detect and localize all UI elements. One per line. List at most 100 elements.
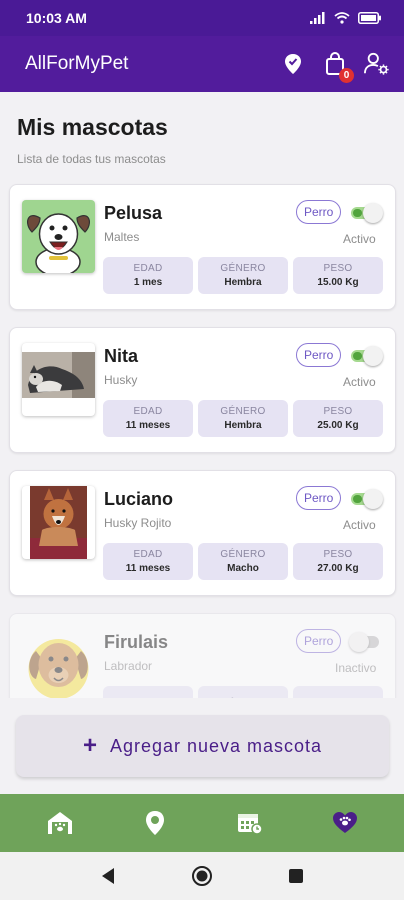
gender-value: Hembra [224, 420, 262, 431]
system-back-button[interactable] [96, 864, 120, 888]
pet-breed: Husky [104, 373, 138, 387]
weight-stat: PESO 15.00 Kg [293, 257, 383, 294]
pet-card[interactable]: Luciano Husky Rojito Perro Activo EDAD 11… [9, 470, 396, 596]
nav-calendar[interactable] [228, 801, 272, 845]
age-stat: EDAD 11 meses [103, 543, 193, 580]
pet-breed: Maltes [104, 230, 140, 244]
weight-value: 25.00 Kg [317, 420, 359, 431]
active-toggle[interactable] [349, 346, 383, 366]
species-chip: Perro [296, 486, 342, 510]
age-label: EDAD [133, 406, 163, 417]
labrador-cartoon-photo [22, 629, 95, 698]
pet-status: Inactivo [335, 661, 377, 675]
location-button[interactable] [280, 51, 306, 77]
age-stat: EDAD [103, 686, 193, 698]
gender-stat: GÉNERO Hembra [198, 400, 288, 437]
pet-name: Nita [104, 346, 139, 366]
age-value: 11 meses [125, 420, 171, 431]
app-bar: AllForMyPet 0 [0, 36, 404, 92]
gender-label: GÉNERO [220, 406, 266, 417]
weight-stat: PESO 27.00 Kg [293, 543, 383, 580]
gender-label: GÉNERO [220, 263, 266, 274]
add-pet-button[interactable]: + Agregar nueva mascota [16, 715, 389, 777]
nav-map[interactable] [133, 801, 177, 845]
pet-breed: Labrador [104, 659, 153, 673]
pet-card[interactable]: Nita Husky Perro Activo EDAD 11 meses GÉN… [9, 327, 396, 453]
weight-stat: PESO [293, 686, 383, 698]
pet-stats: EDAD 1 mes GÉNERO Hembra PESO 15.00 Kg [103, 257, 383, 294]
pet-photo [22, 629, 95, 698]
gender-stat: GÉNERO Macho [198, 543, 288, 580]
status-time: 10:03 AM [26, 10, 87, 26]
pet-photo [22, 343, 95, 416]
add-pet-label: Agregar nueva mascota [109, 735, 323, 756]
husky-photo [22, 343, 95, 416]
gender-stat: GÉNERO [198, 686, 288, 698]
pet-name: Firulais [104, 632, 169, 652]
age-value: 11 meses [125, 563, 171, 574]
pet-photo [22, 486, 95, 559]
nav-home[interactable] [38, 801, 82, 845]
age-stat: EDAD 11 meses [103, 400, 193, 437]
cartoon-dog-photo [22, 200, 95, 273]
weight-label: PESO [323, 549, 353, 560]
pet-stats: EDAD GÉNERO PESO [103, 686, 383, 698]
gender-stat: GÉNERO Hembra [198, 257, 288, 294]
species-chip: Perro [296, 343, 342, 367]
system-nav-bar [0, 852, 404, 900]
weight-stat: PESO 25.00 Kg [293, 400, 383, 437]
species-chip: Perro [296, 200, 342, 224]
status-bar: 10:03 AM [0, 0, 404, 36]
cart-button[interactable]: 0 [322, 51, 354, 83]
active-toggle[interactable] [349, 203, 383, 223]
wifi-icon [334, 12, 350, 24]
back-icon [102, 868, 114, 884]
gender-value: Macho [227, 563, 259, 574]
user-settings-icon [364, 52, 389, 75]
active-toggle[interactable] [349, 632, 383, 652]
app-bar-actions: 0 [280, 51, 390, 83]
weight-value: 15.00 Kg [317, 277, 359, 288]
page-subtitle: Lista de todas tus mascotas [17, 152, 166, 166]
age-stat: EDAD 1 mes [103, 257, 193, 294]
pet-photo [22, 200, 95, 273]
pet-stats: EDAD 11 meses GÉNERO Hembra PESO 25.00 Kg [103, 400, 383, 437]
age-label: EDAD [133, 263, 163, 274]
pet-status: Activo [343, 375, 376, 389]
gender-label: GÉNERO [220, 549, 266, 560]
location-pin-icon [285, 54, 301, 74]
pet-status: Activo [343, 518, 376, 532]
age-value: 1 mes [133, 277, 163, 288]
pet-breed: Husky Rojito [104, 516, 172, 530]
pet-stats: EDAD 11 meses GÉNERO Macho PESO 27.00 Kg [103, 543, 383, 580]
heart-paw-icon [332, 812, 357, 833]
map-marker-icon [145, 811, 164, 835]
gender-value: Hembra [224, 277, 262, 288]
plus-icon: + [82, 732, 98, 759]
system-recents-button[interactable] [284, 864, 308, 888]
pets-content: Mis mascotas Lista de todas tus mascotas… [0, 92, 404, 698]
pet-card[interactable]: Firulais Labrador Perro Inactivo EDAD GÉ… [9, 613, 396, 698]
system-home-button[interactable] [190, 864, 214, 888]
account-settings-button[interactable] [364, 51, 390, 77]
home-icon [192, 866, 212, 886]
pet-name: Pelusa [104, 203, 163, 223]
weight-label: PESO [323, 263, 353, 274]
bottom-nav [0, 794, 404, 852]
status-icons [310, 12, 382, 24]
cart-count-badge: 0 [339, 68, 354, 83]
pet-card[interactable]: Pelusa Maltes Perro Activo EDAD 1 mes GÉN… [9, 184, 396, 310]
home-pet-icon [47, 812, 72, 834]
pet-status: Activo [343, 232, 376, 246]
age-label: EDAD [133, 549, 163, 560]
signal-icon [310, 12, 325, 24]
species-chip: Perro [296, 629, 342, 653]
battery-icon [358, 12, 381, 24]
pet-name: Luciano [104, 489, 174, 509]
nav-pets[interactable] [323, 801, 367, 845]
page-title: Mis mascotas [17, 114, 168, 140]
calendar-icon [237, 814, 263, 835]
active-toggle[interactable] [349, 489, 383, 509]
recents-icon [289, 869, 303, 883]
weight-value: 27.00 Kg [317, 563, 359, 574]
